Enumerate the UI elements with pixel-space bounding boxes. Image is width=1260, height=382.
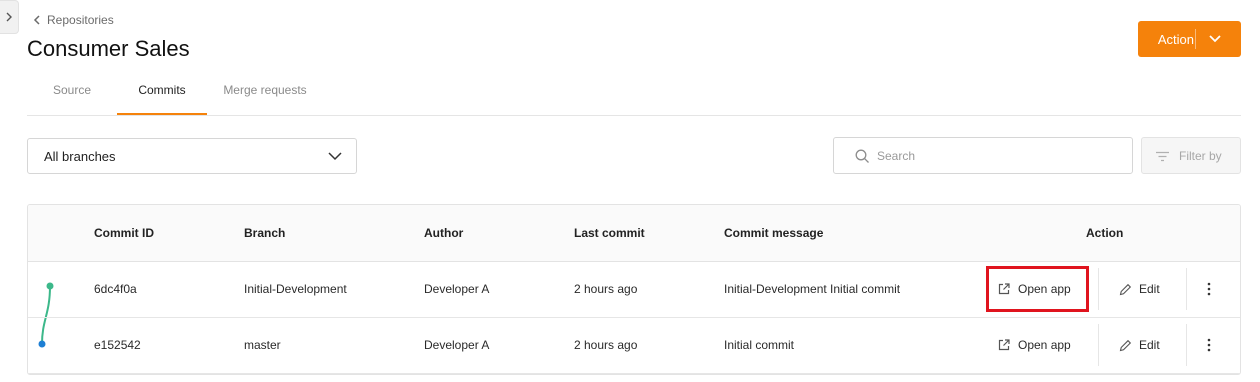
branch-cell: master <box>244 338 281 352</box>
edit-button[interactable]: Edit <box>1098 324 1186 366</box>
author-cell: Developer A <box>424 338 490 352</box>
sidebar-toggle-button[interactable] <box>0 0 19 34</box>
filter-icon <box>1156 151 1169 162</box>
column-header-action: Action <box>1086 226 1124 240</box>
tab-commits[interactable]: Commits <box>117 74 207 115</box>
chevron-down-icon[interactable] <box>1208 33 1222 45</box>
external-link-icon <box>998 339 1010 351</box>
last-commit-cell: 2 hours ago <box>574 338 638 352</box>
column-header-branch: Branch <box>244 226 286 240</box>
commit-id-cell: 6dc4f0a <box>94 282 137 296</box>
page-title: Consumer Sales <box>27 36 190 61</box>
open-app-label: Open app <box>1018 338 1071 352</box>
filter-by-label: Filter by <box>1179 149 1222 163</box>
tab-merge-requests[interactable]: Merge requests <box>213 74 317 115</box>
table-header: Commit ID Branch Author Last commit Comm… <box>28 205 1240 262</box>
chevron-right-icon <box>6 12 12 22</box>
more-options-button[interactable] <box>1186 324 1231 366</box>
filter-by-button[interactable]: Filter by <box>1141 137 1241 174</box>
table-row: e152542 master Developer A 2 hours ago I… <box>28 318 1240 374</box>
edit-label: Edit <box>1139 282 1160 296</box>
chevron-left-icon <box>33 15 40 25</box>
external-link-icon <box>998 283 1010 295</box>
branch-select[interactable]: All branches <box>27 138 357 174</box>
search-box[interactable] <box>833 137 1133 174</box>
branch-select-value: All branches <box>44 148 116 164</box>
kebab-menu-icon <box>1207 282 1211 296</box>
pencil-icon <box>1119 283 1132 296</box>
column-header-author: Author <box>424 226 464 240</box>
chevron-down-icon <box>328 152 342 161</box>
commit-message-cell: Initial commit <box>724 338 795 352</box>
commits-table: Commit ID Branch Author Last commit Comm… <box>27 204 1241 375</box>
author-cell: Developer A <box>424 282 490 296</box>
commit-id-cell: e152542 <box>94 338 141 352</box>
branch-cell: Initial-Development <box>244 282 347 296</box>
action-button-divider <box>1195 29 1196 49</box>
open-app-button[interactable]: Open app <box>986 324 1089 366</box>
column-header-last-commit: Last commit <box>574 226 645 240</box>
kebab-menu-icon <box>1207 338 1211 352</box>
search-icon <box>855 149 869 163</box>
edit-button[interactable]: Edit <box>1098 268 1186 310</box>
tab-bar: Source Commits Merge requests <box>27 74 1241 116</box>
commit-message-cell: Initial-Development Initial commit <box>724 282 901 296</box>
action-button-label: Action <box>1157 31 1194 47</box>
more-options-button[interactable] <box>1186 268 1231 310</box>
breadcrumb-label: Repositories <box>47 13 114 27</box>
column-header-commit-id: Commit ID <box>94 226 154 240</box>
open-app-button[interactable]: Open app <box>986 268 1089 310</box>
action-dropdown-button[interactable]: Action <box>1138 21 1241 57</box>
breadcrumb-repositories[interactable]: Repositories <box>33 13 114 27</box>
table-row: 6dc4f0a Initial-Development Developer A … <box>28 262 1240 318</box>
edit-label: Edit <box>1139 338 1160 352</box>
last-commit-cell: 2 hours ago <box>574 282 638 296</box>
search-input[interactable] <box>877 148 1117 163</box>
column-header-commit-message: Commit message <box>724 226 824 240</box>
tab-source[interactable]: Source <box>33 74 111 115</box>
open-app-label: Open app <box>1018 282 1071 296</box>
pencil-icon <box>1119 339 1132 352</box>
